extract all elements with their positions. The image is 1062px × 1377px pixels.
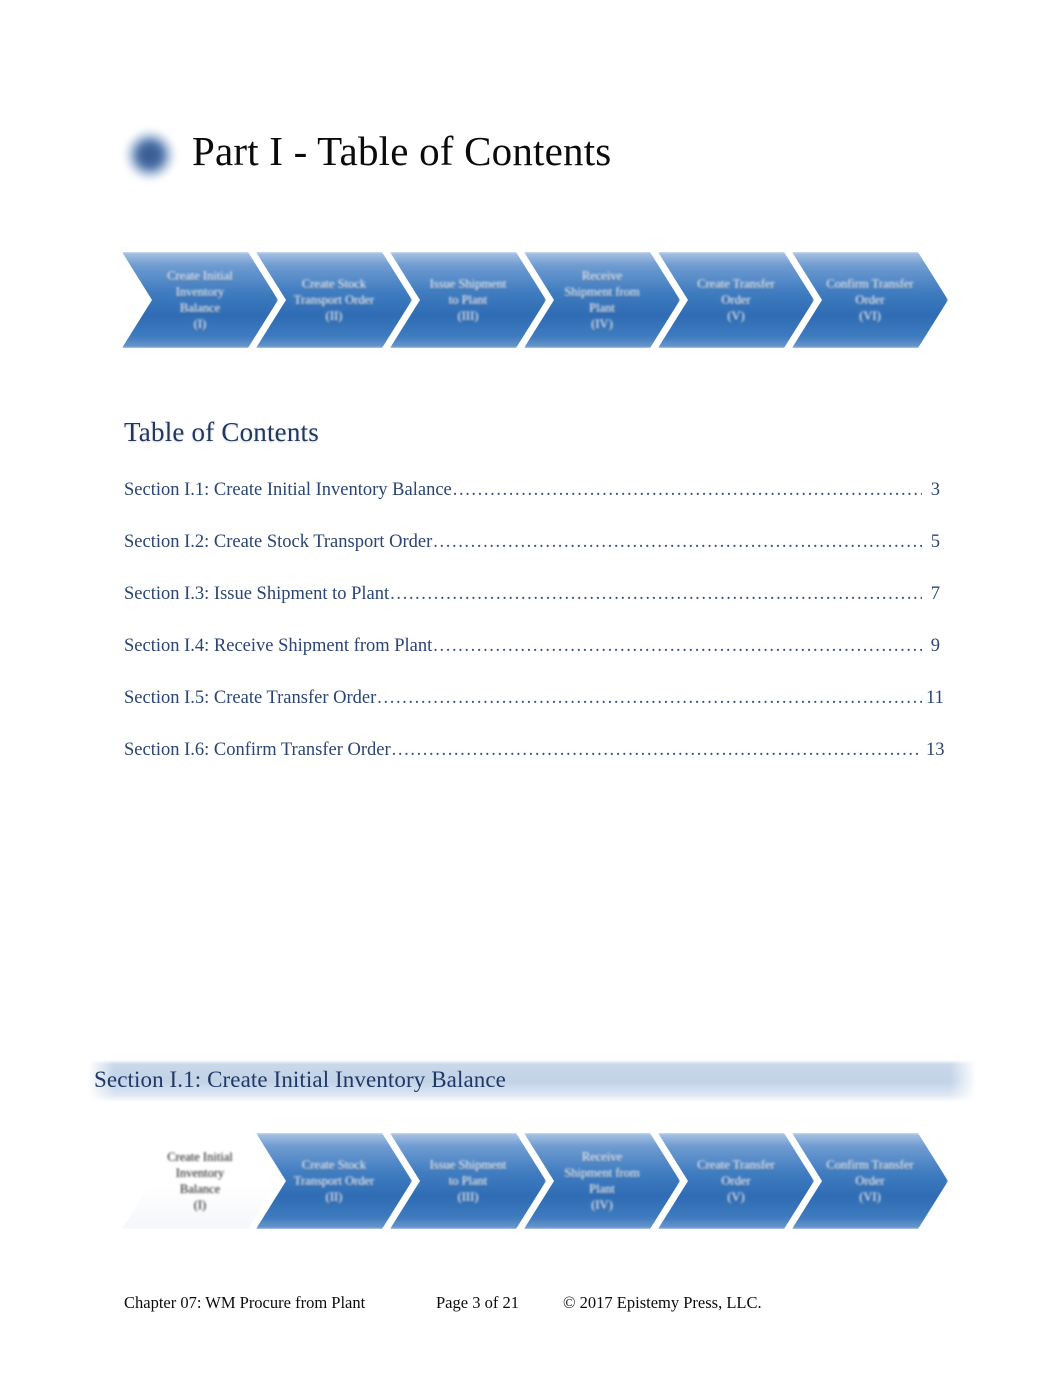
step-label: Create Stock Transport Order (II) [293, 1158, 375, 1204]
flow-top-step-2[interactable]: Create Stock Transport Order (II) [256, 252, 412, 348]
flow-section-step-1[interactable]: Create Initial Inventory Balance (I) [122, 1133, 278, 1229]
toc-entry-label: Section I.1: Create Initial Inventory Ba… [124, 480, 452, 500]
step-label: Create Stock Transport Order (II) [293, 277, 375, 323]
page-footer: Chapter 07: WM Procure from Plant Page 3… [124, 1293, 944, 1313]
toc-entry-page-number: 9 [930, 636, 940, 656]
toc-entry-page-number: 7 [930, 584, 940, 604]
step-label: Confirm Transfer Order (VI) [826, 277, 914, 323]
toc-entry-label: Section I.6: Confirm Transfer Order [124, 740, 391, 760]
toc-entry-page-number: 5 [930, 532, 940, 552]
flow-top-step-6[interactable]: Confirm Transfer Order (VI) [792, 252, 948, 348]
toc-dot-leader: ........................................… [433, 532, 922, 552]
flow-section-step-6[interactable]: Confirm Transfer Order (VI) [792, 1133, 948, 1229]
flow-top-step-1[interactable]: Create Initial Inventory Balance (I) [122, 252, 278, 348]
footer-chapter: Chapter 07: WM Procure from Plant [124, 1293, 366, 1312]
footer-copyright: © 2017 Epistemy Press, LLC. [563, 1293, 762, 1312]
step-label: Issue Shipment to Plant (III) [429, 1158, 507, 1204]
toc-entry-page-number: 11 [926, 688, 944, 708]
toc-entry[interactable]: Section I.1: Create Initial Inventory Ba… [124, 480, 940, 532]
step-label: Create Initial Inventory Balance (I) [167, 269, 233, 331]
toc-list: Section I.1: Create Initial Inventory Ba… [124, 480, 945, 792]
page-title-row: Part I - Table of Contents [124, 112, 944, 192]
page-title: Part I - Table of Contents [192, 128, 612, 175]
toc-dot-leader: ........................................… [433, 636, 922, 656]
flow-top-step-4[interactable]: Receive Shipment from Plant (IV) [524, 252, 680, 348]
toc-entry-label: Section I.5: Create Transfer Order [124, 688, 377, 708]
blue-rounded-square-icon [124, 129, 176, 181]
footer-page-number: Page 3 of 21 [436, 1293, 519, 1312]
toc-entry[interactable]: Section I.6: Confirm Transfer Order.....… [124, 740, 945, 792]
process-flow-section: Create Initial Inventory Balance (I) Create … [122, 1133, 948, 1229]
step-label: Confirm Transfer Order (VI) [826, 1158, 914, 1204]
toc-entry[interactable]: Section I.3: Issue Shipment to Plant....… [124, 584, 940, 636]
toc-dot-leader: ........................................… [452, 480, 922, 500]
toc-entry[interactable]: Section I.4: Receive Shipment from Plant… [124, 636, 940, 688]
toc-entry[interactable]: Section I.5: Create Transfer Order......… [124, 688, 944, 740]
toc-dot-leader: ........................................… [391, 740, 922, 760]
step-label: Create Transfer Order (V) [697, 1158, 775, 1204]
flow-section-step-4[interactable]: Receive Shipment from Plant (IV) [524, 1133, 680, 1229]
flow-top-step-3[interactable]: Issue Shipment to Plant (III) [390, 252, 546, 348]
toc-entry-label: Section I.2: Create Stock Transport Orde… [124, 532, 433, 552]
toc-entry-label: Section I.4: Receive Shipment from Plant [124, 636, 433, 656]
step-label: Issue Shipment to Plant (III) [429, 277, 507, 323]
toc-entry-label: Section I.3: Issue Shipment to Plant [124, 584, 390, 604]
process-flow-top: Create Initial Inventory Balance (I) Create … [122, 252, 948, 348]
toc-entry-page-number: 13 [926, 740, 945, 760]
step-label: Receive Shipment from Plant (IV) [564, 1150, 640, 1212]
step-label: Receive Shipment from Plant (IV) [564, 269, 640, 331]
step-label: Create Initial Inventory Balance (I) [167, 1150, 233, 1212]
flow-top-step-5[interactable]: Create Transfer Order (V) [658, 252, 814, 348]
toc-entry-page-number: 3 [930, 480, 940, 500]
step-label: Create Transfer Order (V) [697, 277, 775, 323]
toc-dot-leader: ........................................… [390, 584, 922, 604]
section-heading-title: Section I.1: Create Initial Inventory Ba… [94, 1067, 506, 1092]
toc-heading: Table of Contents [124, 417, 319, 447]
flow-section-step-3[interactable]: Issue Shipment to Plant (III) [390, 1133, 546, 1229]
toc-dot-leader: ........................................… [377, 688, 922, 708]
flow-section-step-5[interactable]: Create Transfer Order (V) [658, 1133, 814, 1229]
section-bar-fade-right [950, 1060, 976, 1102]
toc-entry[interactable]: Section I.2: Create Stock Transport Orde… [124, 532, 940, 584]
flow-section-step-2[interactable]: Create Stock Transport Order (II) [256, 1133, 412, 1229]
